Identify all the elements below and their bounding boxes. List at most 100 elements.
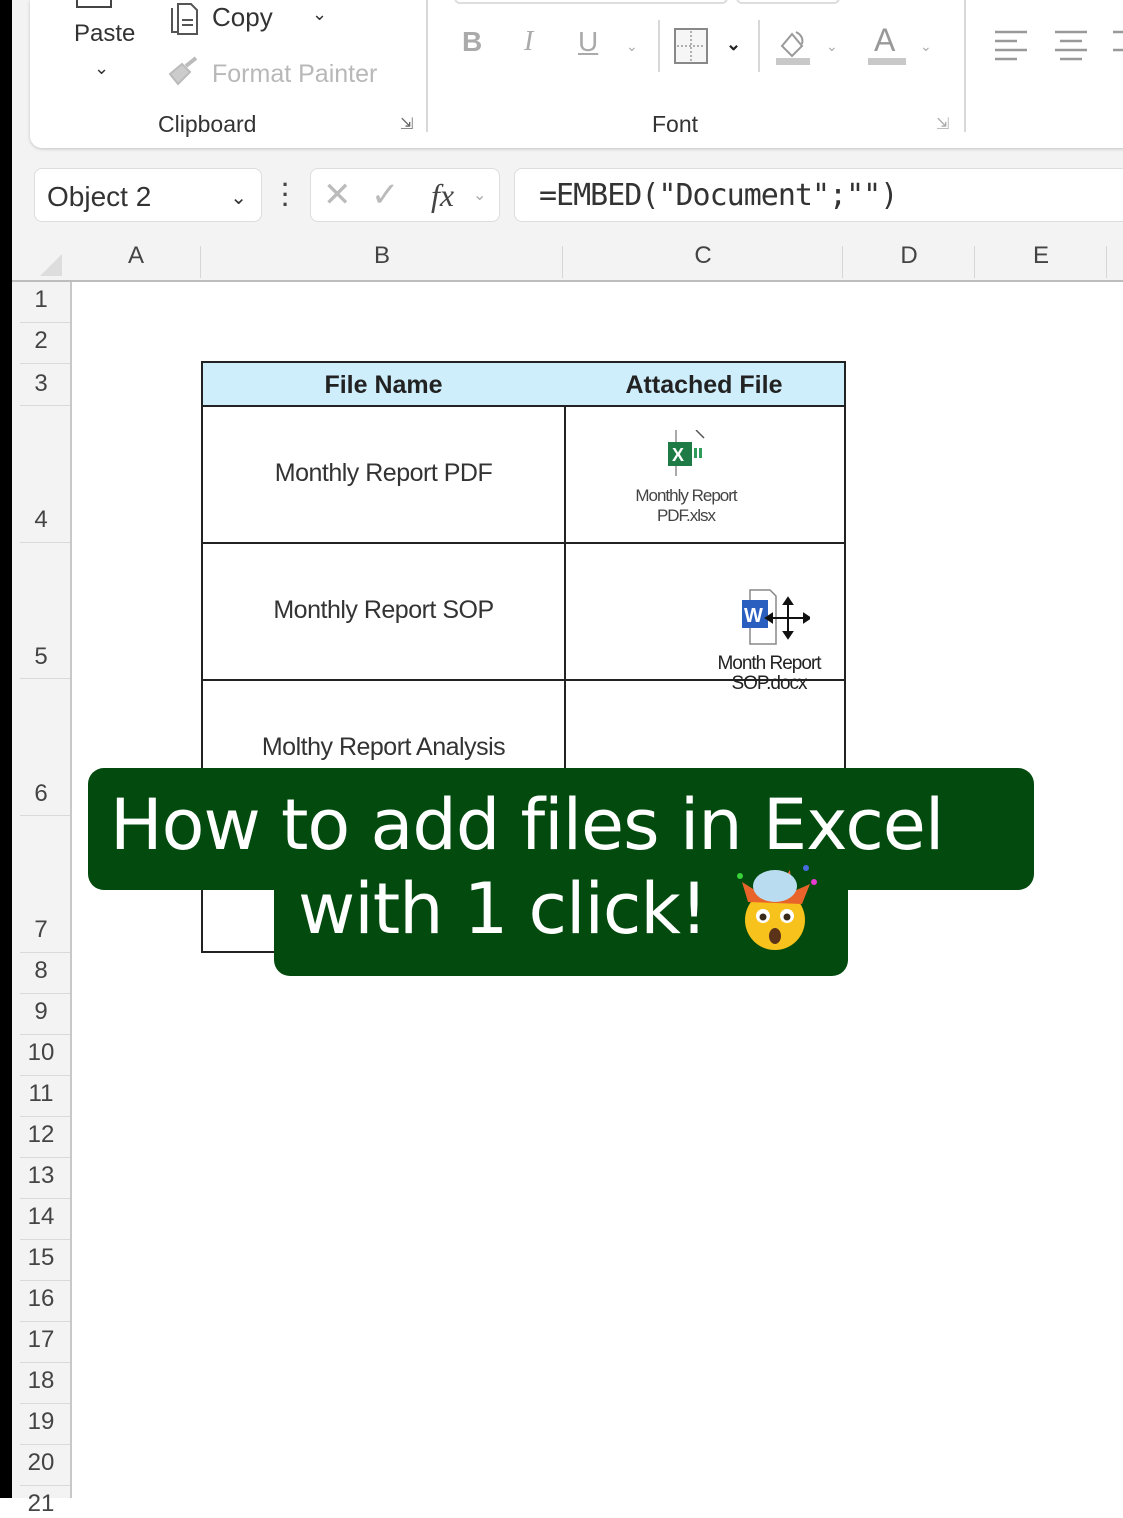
font-color-dropdown-chevron-icon[interactable]: ⌄	[920, 38, 932, 55]
copy-icon[interactable]	[166, 2, 202, 36]
clipboard-dialog-launcher-icon[interactable]: ⇲	[400, 114, 413, 134]
row-divider	[20, 322, 70, 323]
row-header-15[interactable]: 15	[12, 1244, 70, 1272]
paste-dropdown-chevron-icon[interactable]: ⌄	[94, 58, 109, 79]
row-header-18[interactable]: 18	[12, 1367, 70, 1395]
file-name-cell[interactable]: Molthy Report Analysis	[203, 733, 564, 762]
underline-dropdown-chevron-icon[interactable]: ⌄	[626, 38, 638, 55]
row-divider	[20, 1362, 70, 1363]
word-attachment-caption[interactable]: Month Report SOP.docx	[694, 654, 844, 694]
copy-dropdown-chevron-icon[interactable]: ⌄	[312, 4, 327, 25]
svg-text:X: X	[672, 445, 684, 465]
row-header-8[interactable]: 8	[12, 957, 70, 985]
row-divider	[20, 1321, 70, 1322]
formula-controls: ✕ ✓ fx ⌄	[310, 168, 500, 222]
header-attached-file[interactable]: Attached File	[564, 363, 844, 407]
fx-chevron-icon[interactable]: ⌄	[473, 185, 486, 205]
header-file-name[interactable]: File Name	[203, 363, 564, 407]
align-center-icon[interactable]	[1054, 30, 1088, 62]
excel-attachment-caption[interactable]: Monthly Report PDF.xlsx	[606, 486, 766, 526]
row-header-17[interactable]: 17	[12, 1326, 70, 1354]
row-header-12[interactable]: 12	[12, 1121, 70, 1149]
font-size-box[interactable]	[736, 0, 840, 4]
column-divider[interactable]	[200, 246, 201, 278]
row-header-21[interactable]: 21	[12, 1490, 70, 1518]
row-header-19[interactable]: 19	[12, 1408, 70, 1436]
font-group-label: Font	[652, 111, 699, 137]
column-divider[interactable]	[562, 246, 563, 278]
underline-button[interactable]: U	[578, 26, 598, 58]
row-divider	[20, 993, 70, 994]
toolbar-divider	[658, 20, 660, 72]
row-divider	[20, 1116, 70, 1117]
align-right-icon[interactable]	[1112, 30, 1123, 62]
row-divider	[20, 1198, 70, 1199]
fill-color-icon[interactable]	[774, 26, 810, 66]
column-divider[interactable]	[974, 246, 975, 278]
row-divider	[20, 1444, 70, 1445]
exploding-head-emoji-icon	[737, 865, 817, 950]
italic-button[interactable]: I	[524, 26, 533, 58]
name-box-value: Object 2	[47, 181, 152, 212]
row-header-9[interactable]: 9	[12, 998, 70, 1026]
font-color-swatch	[868, 58, 906, 65]
more-options-icon[interactable]: · · ·	[282, 174, 289, 216]
row-header-3[interactable]: 3	[12, 370, 70, 398]
copy-button[interactable]: Copy	[212, 2, 273, 33]
paste-icon[interactable]	[76, 0, 112, 8]
font-dialog-launcher-icon[interactable]: ⇲	[936, 114, 949, 134]
row-header-10[interactable]: 10	[12, 1039, 70, 1067]
row-header-20[interactable]: 20	[12, 1449, 70, 1477]
name-box[interactable]: Object 2 ⌄	[34, 168, 262, 222]
select-all-button[interactable]	[40, 254, 62, 276]
row-header-13[interactable]: 13	[12, 1162, 70, 1190]
row-divider	[20, 952, 70, 953]
name-box-chevron-icon[interactable]: ⌄	[230, 185, 247, 210]
file-name-cell[interactable]: Monthly Report SOP	[203, 596, 564, 625]
align-left-icon[interactable]	[994, 30, 1028, 62]
word-file-icon[interactable]: W	[740, 588, 810, 648]
column-divider[interactable]	[1106, 246, 1107, 278]
column-header-c[interactable]: C	[564, 242, 842, 270]
row-header-11[interactable]: 11	[12, 1080, 70, 1108]
group-divider	[426, 0, 428, 132]
format-painter-button[interactable]: Format Painter	[212, 60, 377, 89]
row-header-14[interactable]: 14	[12, 1203, 70, 1231]
column-header-d[interactable]: D	[844, 242, 974, 270]
row-header-4[interactable]: 4	[12, 506, 70, 534]
enter-icon[interactable]: ✓	[371, 175, 400, 215]
row-header-6[interactable]: 6	[12, 780, 70, 808]
cell-border	[203, 542, 844, 544]
formula-input[interactable]: =EMBED("Document";"")	[514, 168, 1123, 222]
row-header-16[interactable]: 16	[12, 1285, 70, 1313]
excel-file-icon[interactable]: X	[666, 430, 706, 476]
column-header-e[interactable]: E	[976, 242, 1106, 270]
font-name-box[interactable]	[454, 0, 728, 4]
paste-button[interactable]: Paste	[74, 20, 135, 48]
file-name-cell[interactable]: Monthly Report PDF	[203, 459, 564, 488]
insert-function-button[interactable]: fx	[431, 177, 454, 214]
row-header-2[interactable]: 2	[12, 327, 70, 355]
row-header-1[interactable]: 1	[12, 286, 70, 314]
clipboard-group-label: Clipboard	[158, 111, 257, 137]
screen-edge	[0, 0, 12, 1498]
fill-color-dropdown-chevron-icon[interactable]: ⌄	[826, 38, 838, 55]
bold-button[interactable]: B	[462, 26, 482, 58]
column-header-a[interactable]: A	[72, 242, 200, 270]
font-color-button[interactable]: A	[868, 22, 906, 66]
column-header-b[interactable]: B	[202, 242, 562, 270]
column-divider[interactable]	[842, 246, 843, 278]
format-painter-icon[interactable]	[166, 56, 202, 86]
row-divider	[20, 1485, 70, 1486]
cancel-icon[interactable]: ✕	[323, 175, 352, 215]
row-headers: 1 2 3 4 5 6 7 8 9 10 11 12 13 14 15 16 1…	[12, 282, 72, 1517]
formula-bar: Object 2 ⌄ · · · ✕ ✓ fx ⌄ =EMBED("Document…	[12, 160, 1123, 236]
row-divider	[20, 1280, 70, 1281]
borders-icon[interactable]	[674, 28, 708, 64]
borders-dropdown-chevron-icon[interactable]: ⌄	[726, 34, 741, 55]
row-divider	[20, 1239, 70, 1240]
row-header-7[interactable]: 7	[12, 916, 70, 944]
row-header-5[interactable]: 5	[12, 643, 70, 671]
group-divider	[964, 0, 966, 132]
row-divider	[20, 678, 70, 679]
